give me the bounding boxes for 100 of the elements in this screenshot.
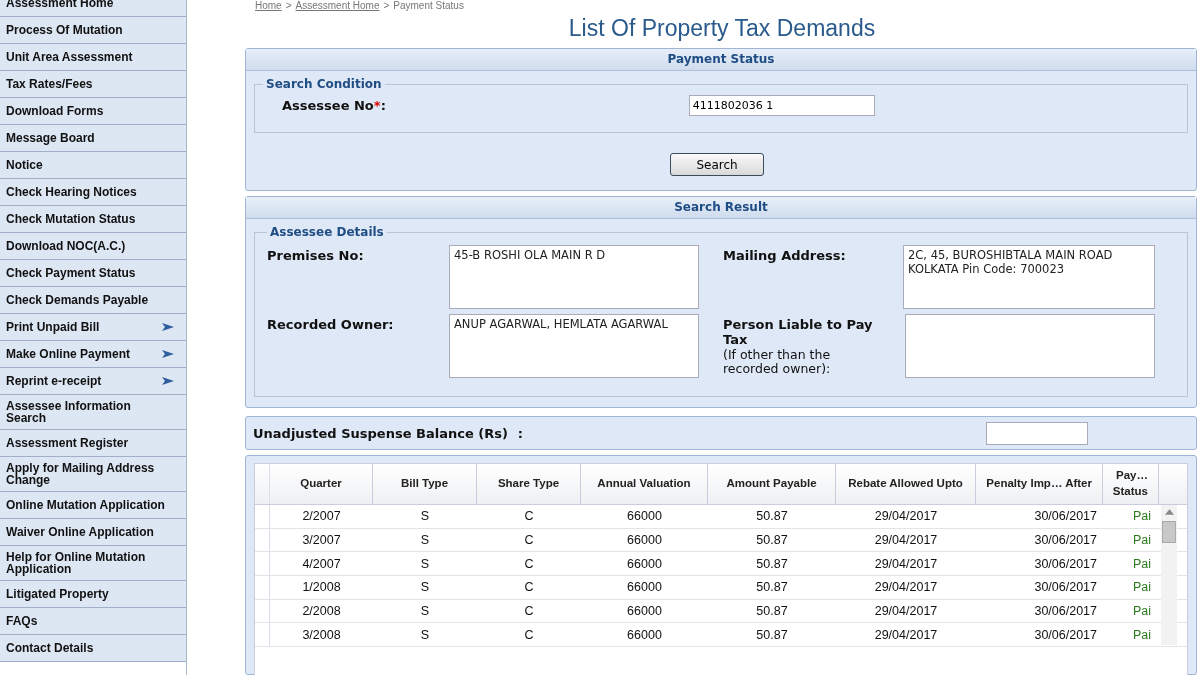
sidebar-item[interactable]: Unit Area Assessment [0,44,186,71]
sidebar-item[interactable]: Litigated Property [0,581,186,608]
page-title: List Of Property Tax Demands [567,15,877,43]
sidebar-item[interactable]: Reprint e-receipt [0,368,186,395]
table-cell-text: 50.87 [755,579,789,597]
text-area[interactable]: ANUP AGARWAL, HEMLATA AGARWAL [449,314,699,379]
table-cell-text: S [419,626,431,644]
sidebar-item[interactable]: Help for Online Mutation Application [0,546,186,581]
sidebar-item[interactable]: Assessee Information Search [0,395,186,430]
table-cell-text: 29/04/2017 [873,579,939,597]
sidebar-item[interactable]: Message Board [0,125,186,152]
sidebar-item[interactable]: Download NOC(A.C.) [0,233,186,260]
table-cell-text: 2/2008 [301,603,342,621]
table-cell-text: 66000 [626,603,663,621]
sidebar-item[interactable]: FAQs [0,608,186,635]
table-cell-text: S [419,508,431,526]
table-cell-text: S [419,579,431,597]
table-cell-text: 4/2007 [301,555,342,573]
table-cell-text: 29/04/2017 [873,508,939,526]
table-cell-text: 30/06/2017 [1033,603,1098,621]
table-cell-text: 3/2008 [301,626,342,644]
field-note: (If other than the recorded owner): [723,348,832,376]
assessee-number-field[interactable]: 4111802036 1 [688,95,875,117]
field-label: Recorded Owner: [267,318,395,334]
table-cell-text: 30/06/2017 [1033,626,1098,644]
table-cell-text: 66000 [626,626,663,644]
breadcrumb-separator: > [285,0,292,11]
table-cell-text: 29/04/2017 [873,532,939,550]
table-cell-text: 66000 [626,508,663,526]
sidebar-item[interactable]: Print Unpaid Bill [0,314,186,341]
table-cell-text: Pai [1132,603,1153,621]
table-cell-text: 30/06/2017 [1033,508,1098,526]
sidebar-item[interactable]: Contact Details [0,635,186,662]
table-cell-text: C [523,532,535,550]
breadcrumb-link[interactable]: Home [255,0,282,11]
table-cell-text: 50.87 [755,626,789,644]
group-legend: Search Condition [263,77,385,92]
column-header: Annual Valuation [581,464,708,504]
table-cell-text: C [523,626,535,644]
table-cell-text: 50.87 [755,555,789,573]
search-button[interactable]: Search [670,153,764,177]
table-cell-text: 2/2007 [301,508,342,526]
column-header: Bill Type [373,464,477,504]
text-area[interactable]: 45-B ROSHI OLA MAIN R D [449,245,699,310]
table-cell-text: 66000 [626,532,663,550]
sidebar-item[interactable]: Check Demands Payable [0,287,186,314]
table-cell-text: 29/04/2017 [873,555,939,573]
table-cell-text: 50.87 [755,603,789,621]
column-header: Rebate Allowed Upto [836,464,976,504]
sidebar-item[interactable]: Waiver Online Application [0,519,186,546]
table-cell-text: 66000 [626,579,663,597]
colon-text: : [517,425,524,441]
table-cell-text: C [523,579,535,597]
sidebar-item[interactable]: Process Of Mutation [0,17,186,44]
table-cell-text: 50.87 [755,532,789,550]
table-cell-text: Pai [1132,532,1153,550]
panel-header: Payment Status [246,49,1196,72]
table-cell-text: 29/04/2017 [873,603,939,621]
table-cell-text: Pai [1132,579,1153,597]
table-cell-text: 1/2008 [301,579,342,597]
sidebar-item[interactable]: Check Hearing Notices [0,179,186,206]
column-header: Share Type [477,464,581,504]
sidebar-item[interactable]: Download Forms [0,98,186,125]
table-cell-text: 30/06/2017 [1033,579,1098,597]
table-cell-text: S [419,555,431,573]
suspense-field[interactable] [986,421,1088,445]
field-label: Premises No: [267,249,365,265]
table-cell-text: 66000 [626,555,663,573]
table-cell-text: C [523,555,535,573]
sidebar-item[interactable]: Tax Rates/Fees [0,71,186,98]
table-cell-text: Pai [1132,555,1153,573]
breadcrumb-separator: > [383,0,390,11]
sidebar-item[interactable]: Online Mutation Application [0,492,186,519]
suspense-label: Unadjusted Suspense Balance (Rs) [253,425,508,441]
column-header: Amount Payable [708,464,836,504]
sidebar-item[interactable]: Check Payment Status [0,260,186,287]
field-label: Mailing Address: [723,249,847,265]
breadcrumb-link[interactable]: Assessment Home [295,0,380,11]
sidebar-item[interactable]: Assessment Register [0,430,186,457]
table-cell-text: 30/06/2017 [1033,532,1098,550]
table-cell-text: 50.87 [755,508,789,526]
text-area[interactable] [905,314,1155,379]
sidebar-item[interactable]: Check Mutation Status [0,206,186,233]
sidebar-item[interactable]: Make Online Payment [0,341,186,368]
arrow-icon [162,349,174,359]
column-header: Pay… Status [1103,464,1159,504]
arrow-icon [162,322,174,332]
breadcrumb-current: Payment Status [393,0,464,11]
table-cell-text: 29/04/2017 [873,626,939,644]
field-label: Assessee No*: [282,98,386,114]
scroll-up-icon[interactable] [1164,509,1174,515]
table-cell-text: 3/2007 [301,532,342,550]
text-area[interactable]: 2C, 45, BUROSHIBTALA MAIN ROAD KOLKATA Pin Code: 700023 [903,245,1155,310]
sidebar-item[interactable]: Notice [0,152,186,179]
panel-header: Search Result [246,197,1196,220]
sidebar-item[interactable]: Apply for Mailing Address Change [0,457,186,492]
table-cell-text: S [419,532,431,550]
table-cell-text: S [419,603,431,621]
table-cell-text: 30/06/2017 [1033,555,1098,573]
scroll-thumb[interactable] [1162,521,1176,543]
